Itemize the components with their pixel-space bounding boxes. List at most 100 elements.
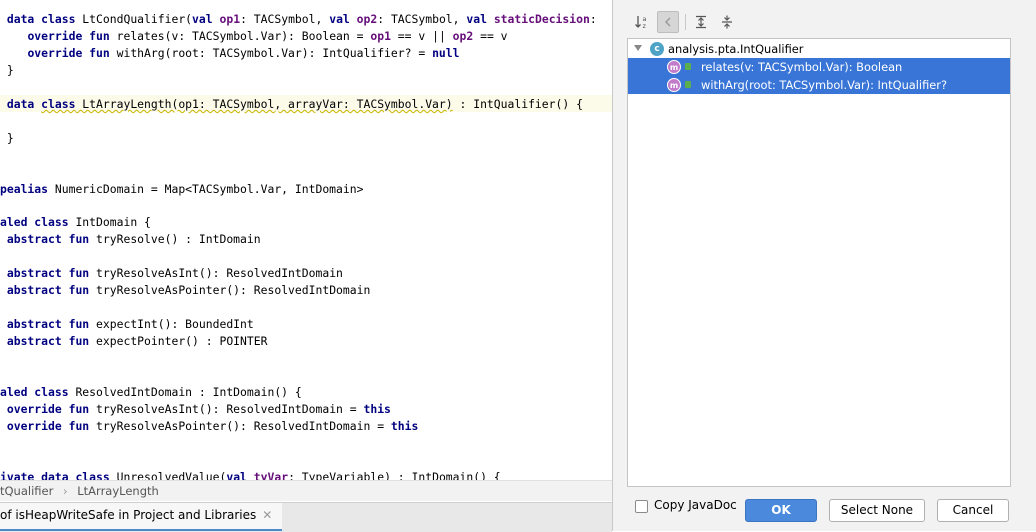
code-line: override fun tryResolveAsInt(): Resolved…	[0, 401, 391, 418]
code-line: abstract fun expectPointer() : POINTER	[0, 333, 268, 350]
breadcrumb-item-current[interactable]: LtArrayLength	[77, 481, 159, 501]
tab-label: of isHeapWriteSafe in Project and Librar…	[0, 508, 257, 522]
code-token: fun	[68, 334, 90, 349]
tree-member-label: relates(v: TACSymbol.Var): Boolean	[701, 60, 903, 74]
ok-button[interactable]: OK	[745, 499, 817, 522]
code-token: expectInt(): BoundedInt	[89, 317, 254, 332]
select-methods-dialog: a z c analysis.pta.IntQualifier m relate…	[612, 0, 1036, 531]
select-none-button[interactable]: Select None	[829, 499, 925, 522]
code-line: abstract fun tryResolve() : IntDomain	[0, 231, 261, 248]
expand-all-button[interactable]	[690, 11, 712, 33]
copy-javadoc-label[interactable]: Copy JavaDoc	[654, 498, 737, 512]
code-token: staticDecision	[493, 12, 590, 26]
copy-javadoc-checkbox[interactable]	[635, 500, 648, 513]
code-line: abstract fun tryResolveAsInt(): Resolved…	[0, 265, 343, 282]
code-token: fun	[68, 418, 90, 433]
code-token: class	[75, 469, 110, 480]
code-token: class	[41, 96, 76, 111]
collapse-all-button[interactable]	[716, 11, 738, 33]
code-line: pealias NumericDomain = Map<TACSymbol.Va…	[0, 181, 363, 198]
code-line: aled class ResolvedIntDomain : IntDomain…	[0, 384, 302, 401]
toolbar-separator	[685, 14, 686, 30]
code-token: ivate	[0, 469, 35, 480]
code-token: override	[27, 28, 83, 43]
close-icon[interactable]: ✕	[262, 508, 272, 522]
code-token: LtCondQualifier(	[75, 12, 193, 26]
code-token: : TypeVariable) : IntDomain() {	[288, 469, 501, 480]
public-visibility-icon	[685, 63, 691, 70]
code-token: op1	[370, 28, 391, 43]
tree-member-row[interactable]: m relates(v: TACSymbol.Var): Boolean	[628, 58, 1010, 76]
sort-alpha-icon: a z	[635, 15, 647, 30]
code-line: data class LtArrayLength(op1: TACSymbol,…	[0, 96, 583, 113]
code-token: pealias	[0, 181, 49, 196]
code-editor[interactable]: data class LtCondQualifier(val op1: TACS…	[0, 0, 612, 480]
tree-root-class[interactable]: c analysis.pta.IntQualifier	[628, 40, 1010, 58]
cancel-button[interactable]: Cancel	[937, 499, 1009, 522]
code-token: : TACSymbol,	[240, 12, 330, 26]
code-token: }	[0, 130, 14, 145]
code-token: this	[363, 401, 391, 416]
tree-member-row[interactable]: m withArg(root: TACSymbol.Var): IntQuali…	[628, 76, 1010, 94]
code-token: val	[226, 469, 247, 480]
code-line: override fun tryResolveAsPointer(): Reso…	[0, 418, 419, 435]
expand-arrow-icon[interactable]	[634, 45, 642, 51]
dialog-footer: Copy JavaDoc OK Select None Cancel	[613, 490, 1036, 531]
find-usages-tab[interactable]: of isHeapWriteSafe in Project and Librar…	[0, 503, 283, 531]
public-visibility-icon	[685, 81, 691, 88]
code-line: }	[0, 62, 14, 79]
code-line: data class LtCondQualifier(val op1: TACS…	[0, 11, 597, 28]
code-token: abstract	[6, 317, 62, 332]
sort-alphabetically-button[interactable]: a z	[631, 11, 653, 33]
code-token: fun	[68, 401, 90, 416]
code-token: ResolvedIntDomain : IntDomain() {	[68, 384, 302, 399]
method-icon: m	[667, 78, 681, 92]
code-token: tyVar	[253, 469, 289, 480]
code-line: override fun withArg(root: TACSymbol.Var…	[0, 45, 459, 62]
code-token: fun	[68, 317, 90, 332]
tree-member-label: withArg(root: TACSymbol.Var): IntQualifi…	[701, 78, 948, 92]
code-token: :	[589, 12, 597, 26]
code-token: abstract	[6, 334, 62, 349]
breadcrumb: tQualifier › LtArrayLength	[0, 480, 612, 501]
code-token: tryResolveAsInt(): ResolvedIntDomain	[89, 266, 343, 281]
code-token: == v ||	[390, 28, 453, 43]
code-token: UnresolvedValue(	[109, 469, 227, 480]
svg-text:z: z	[643, 22, 647, 30]
code-token: val	[466, 12, 487, 26]
code-token: tryResolveAsPointer(): ResolvedIntDomain	[89, 283, 371, 298]
code-token: NumericDomain = Map<TACSymbol.Var, IntDo…	[48, 181, 364, 196]
code-token: LtArrayLength(op1: TACSymbol, arrayVar: …	[75, 96, 453, 111]
class-icon: c	[650, 42, 664, 56]
code-line: ivate data class UnresolvedValue(val tyV…	[0, 469, 501, 480]
code-token: abstract	[6, 283, 62, 298]
tree-root-label: analysis.pta.IntQualifier	[668, 42, 804, 56]
bottom-tool-tabs: of isHeapWriteSafe in Project and Librar…	[0, 502, 612, 532]
chevron-left-icon	[664, 17, 671, 27]
code-line: override fun relates(v: TACSymbol.Var): …	[0, 28, 507, 45]
code-token: : TACSymbol,	[377, 12, 467, 26]
breadcrumb-item-class[interactable]: tQualifier	[0, 481, 53, 501]
member-tree[interactable]: c analysis.pta.IntQualifier m relates(v:…	[627, 38, 1011, 487]
show-inherited-toggle[interactable]	[657, 11, 679, 33]
code-token: : IntQualifier() {	[452, 96, 583, 111]
code-token: this	[390, 418, 419, 433]
code-token: tryResolve() : IntDomain	[89, 232, 261, 247]
code-line: aled class IntDomain {	[0, 214, 151, 231]
code-line: abstract fun tryResolveAsPointer(): Reso…	[0, 282, 370, 299]
code-token: val	[329, 12, 350, 26]
